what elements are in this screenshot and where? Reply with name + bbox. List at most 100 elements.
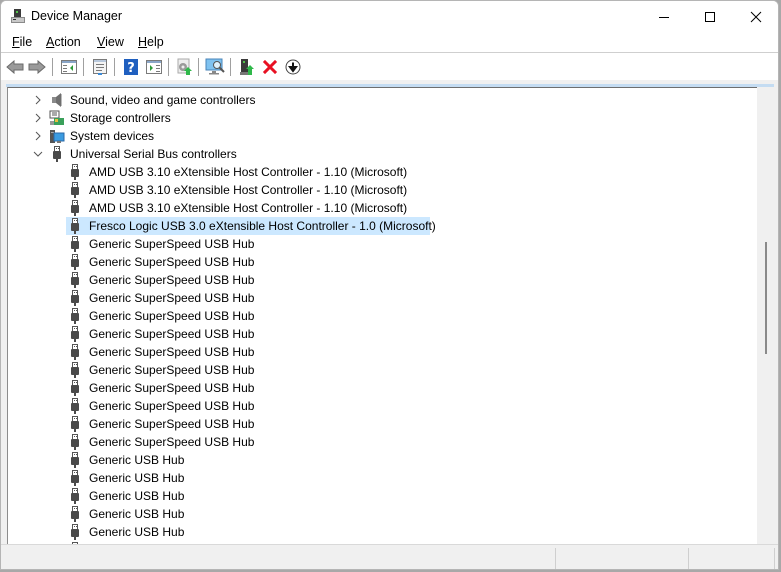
usb-device-label: Generic SuperSpeed USB Hub — [89, 291, 255, 305]
usb-device-icon — [71, 236, 79, 252]
usb-device-item[interactable]: AMD USB 3.10 eXtensible Host Controller … — [8, 163, 757, 181]
usb-device-item[interactable]: AMD USB 3.10 eXtensible Host Controller … — [8, 181, 757, 199]
disable-device-button[interactable] — [283, 57, 303, 77]
device-tree[interactable]: Sound, video and game controllers Storag… — [7, 87, 757, 544]
forward-button[interactable] — [27, 57, 47, 77]
tree-category-sound[interactable]: Sound, video and game controllers — [8, 91, 757, 109]
minimize-button[interactable] — [641, 1, 687, 32]
usb-device-icon — [71, 488, 79, 504]
usb-device-item[interactable]: Generic USB Hub — [8, 451, 757, 469]
usb-device-item[interactable]: Generic SuperSpeed USB Hub — [8, 307, 757, 325]
tree-category-usb[interactable]: Universal Serial Bus controllers — [8, 145, 757, 163]
menu-view-accel: V — [97, 35, 106, 49]
usb-device-item[interactable]: Generic SuperSpeed USB Hub — [8, 289, 757, 307]
usb-device-item[interactable]: Generic USB Hub — [8, 523, 757, 541]
enable-device-icon — [240, 59, 254, 75]
update-driver-icon — [177, 58, 192, 75]
usb-device-label: Generic SuperSpeed USB Hub — [89, 417, 255, 431]
usb-device-icon — [71, 218, 79, 234]
scan-hardware-changes-button[interactable] — [205, 57, 225, 77]
arrow-right-icon — [28, 60, 46, 74]
svg-text:?: ? — [127, 61, 135, 75]
close-button[interactable] — [733, 1, 778, 32]
usb-device-label: AMD USB 3.10 eXtensible Host Controller … — [89, 201, 408, 215]
tree-category-storage[interactable]: Storage controllers — [8, 109, 757, 127]
window-title: Device Manager — [31, 9, 123, 23]
usb-device-item[interactable]: Generic SuperSpeed USB Hub — [8, 361, 757, 379]
toolbar-separator — [114, 58, 115, 76]
device-manager-window: Device Manager File Action View Help ? S… — [0, 0, 779, 570]
status-pane-2 — [556, 548, 689, 569]
maximize-button[interactable] — [687, 1, 733, 32]
usb-device-item[interactable]: Generic SuperSpeed USB Hub — [8, 235, 757, 253]
menu-help[interactable]: Help — [138, 35, 164, 49]
chevron-right-icon[interactable] — [32, 112, 44, 124]
usb-device-label: Generic SuperSpeed USB Hub — [89, 381, 255, 395]
update-driver-button[interactable] — [174, 57, 194, 77]
usb-device-icon — [71, 524, 79, 540]
menu-action[interactable]: Action — [46, 35, 81, 49]
toolbar-separator — [230, 58, 231, 76]
tree-category-label: Storage controllers — [70, 111, 171, 125]
status-pane-1 — [1, 548, 556, 569]
usb-device-label: Generic USB Hub — [89, 453, 185, 467]
content-area: Sound, video and game controllers Storag… — [1, 80, 778, 544]
uninstall-device-button[interactable] — [260, 57, 280, 77]
show-hide-console-tree-button[interactable] — [59, 57, 79, 77]
tree-category-label: Sound, video and game controllers — [70, 93, 256, 107]
chevron-down-icon[interactable] — [32, 148, 44, 160]
usb-device-icon — [71, 344, 79, 360]
usb-device-label: Generic SuperSpeed USB Hub — [89, 273, 255, 287]
menu-action-label: ction — [54, 35, 81, 49]
usb-device-label: AMD USB 3.10 eXtensible Host Controller … — [89, 183, 408, 197]
menu-view[interactable]: View — [97, 35, 124, 49]
usb-device-icon — [71, 452, 79, 468]
chevron-right-icon[interactable] — [32, 130, 44, 142]
enable-device-button[interactable] — [237, 57, 257, 77]
chevron-right-icon[interactable] — [32, 94, 44, 106]
usb-device-icon — [71, 308, 79, 324]
usb-device-item[interactable]: Generic USB Hub — [8, 469, 757, 487]
usb-device-item[interactable]: Generic SuperSpeed USB Hub — [8, 397, 757, 415]
usb-device-label: Generic SuperSpeed USB Hub — [89, 345, 255, 359]
usb-device-item[interactable]: Generic SuperSpeed USB Hub — [8, 253, 757, 271]
title-bar[interactable]: Device Manager — [1, 1, 778, 32]
console-tree-icon — [61, 60, 77, 74]
usb-device-label: Generic SuperSpeed USB Hub — [89, 327, 255, 341]
usb-device-item[interactable]: Generic USB Hub — [8, 487, 757, 505]
back-button[interactable] — [5, 57, 25, 77]
usb-device-item[interactable]: Generic SuperSpeed USB Hub — [8, 343, 757, 361]
usb-device-item[interactable]: AMD USB 3.10 eXtensible Host Controller … — [8, 199, 757, 217]
usb-device-icon — [71, 362, 79, 378]
usb-device-icon — [71, 200, 79, 216]
usb-device-item[interactable]: Generic USB Hub — [8, 505, 757, 523]
usb-device-label: Generic USB Hub — [89, 525, 185, 539]
scan-hardware-icon — [205, 58, 225, 75]
usb-device-item[interactable]: Generic SuperSpeed USB Hub — [8, 271, 757, 289]
usb-device-icon — [71, 254, 79, 270]
tree-category-system[interactable]: System devices — [8, 127, 757, 145]
usb-device-item[interactable]: Generic SuperSpeed USB Hub — [8, 379, 757, 397]
system-devices-icon — [50, 130, 65, 143]
usb-device-icon — [71, 416, 79, 432]
usb-device-item[interactable]: Generic SuperSpeed USB Hub — [8, 325, 757, 343]
properties-button[interactable] — [90, 57, 110, 77]
action-pane-icon — [146, 60, 162, 74]
usb-device-label: Fresco Logic USB 3.0 eXtensible Host Con… — [89, 219, 436, 233]
menu-help-accel: H — [138, 35, 148, 49]
usb-device-icon — [71, 434, 79, 450]
usb-device-item[interactable]: Generic SuperSpeed USB Hub — [8, 415, 757, 433]
usb-device-icon — [71, 290, 79, 306]
show-action-pane-button[interactable] — [144, 57, 164, 77]
usb-device-item[interactable]: Fresco Logic USB 3.0 eXtensible Host Con… — [8, 217, 757, 235]
usb-device-item[interactable]: Generic SuperSpeed USB Hub — [8, 433, 757, 451]
menu-file[interactable]: File — [12, 35, 32, 49]
vertical-scrollbar[interactable] — [758, 87, 774, 544]
usb-device-label: AMD USB 3.10 eXtensible Host Controller … — [89, 165, 408, 179]
usb-device-label: Generic SuperSpeed USB Hub — [89, 255, 255, 269]
arrow-left-icon — [6, 60, 24, 74]
help-button[interactable]: ? — [121, 57, 141, 77]
speaker-icon — [52, 93, 62, 107]
menu-file-label: ile — [19, 35, 33, 49]
scrollbar-thumb[interactable] — [765, 242, 767, 354]
